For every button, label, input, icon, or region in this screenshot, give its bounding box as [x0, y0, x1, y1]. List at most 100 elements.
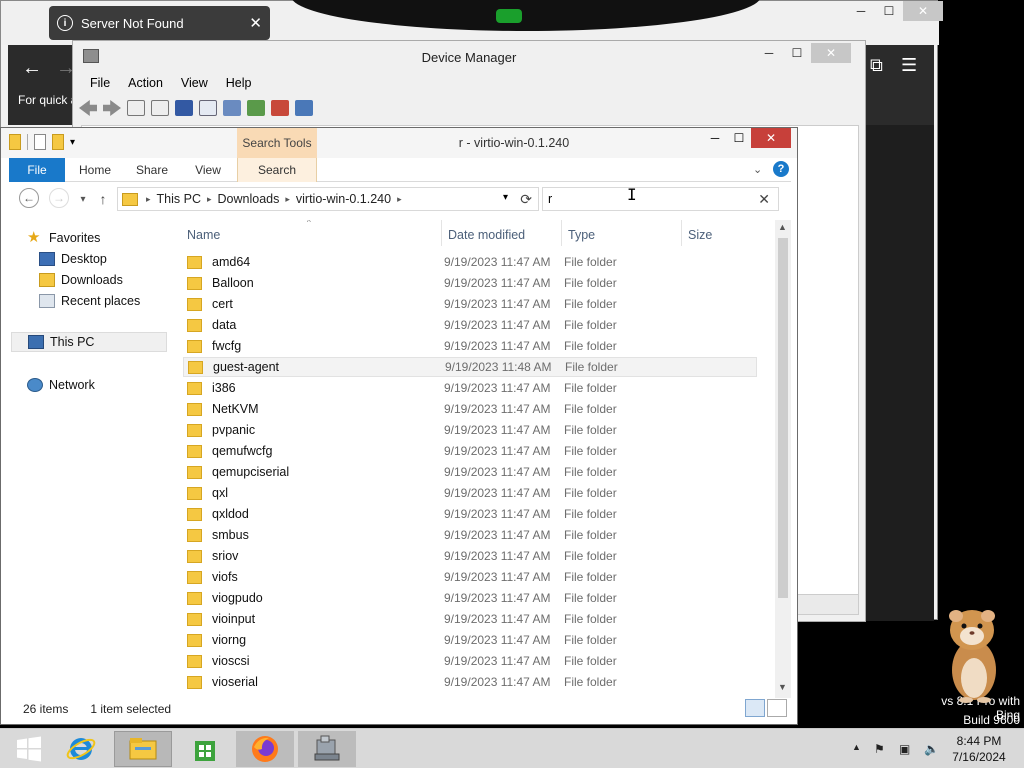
update-driver-icon[interactable]: [247, 100, 265, 116]
action-center-flag-icon[interactable]: ⚑: [874, 742, 885, 756]
explorer-maximize-button[interactable]: ☐: [727, 128, 751, 148]
file-row[interactable]: vioserial 9/19/2023 11:47 AM File folder: [183, 672, 757, 692]
details-view-icon[interactable]: [745, 699, 765, 717]
toast-close-icon[interactable]: ✕: [249, 14, 262, 32]
breadcrumb-virtio-win[interactable]: virtio-win-0.1.240: [292, 192, 395, 206]
file-row[interactable]: qemufwcfg 9/19/2023 11:47 AM File folder: [183, 441, 757, 461]
column-header-type[interactable]: Type: [568, 224, 595, 246]
nav-recent-places[interactable]: Recent places: [39, 291, 140, 311]
nav-downloads[interactable]: Downloads: [39, 270, 123, 290]
file-row[interactable]: vioscsi 9/19/2023 11:47 AM File folder: [183, 651, 757, 671]
file-row[interactable]: NetKVM 9/19/2023 11:47 AM File folder: [183, 399, 757, 419]
breadcrumb-this-pc[interactable]: This PC: [153, 192, 205, 206]
search-input[interactable]: [548, 191, 748, 207]
explorer-close-button[interactable]: ✕: [751, 128, 791, 148]
file-row[interactable]: guest-agent 9/19/2023 11:48 AM File folder: [183, 357, 757, 377]
column-header-date-modified[interactable]: Date modified: [448, 224, 525, 246]
back-button[interactable]: ←: [19, 188, 39, 208]
devmgr-minimize-button[interactable]: ─: [755, 43, 783, 63]
store-button[interactable]: [176, 731, 234, 767]
column-header-size[interactable]: Size: [688, 224, 712, 246]
nav-favorites[interactable]: ★ Favorites: [27, 228, 100, 248]
devmgr-close-button[interactable]: ✕: [811, 43, 851, 63]
maximize-button[interactable]: ☐: [875, 1, 903, 21]
column-separator[interactable]: [441, 220, 442, 246]
menu-help[interactable]: Help: [217, 73, 261, 93]
show-hide-action-pane-icon[interactable]: [199, 100, 217, 116]
device-manager-taskbar-button[interactable]: [298, 731, 356, 767]
file-row[interactable]: viorng 9/19/2023 11:47 AM File folder: [183, 630, 757, 650]
breadcrumb-downloads[interactable]: Downloads: [214, 192, 284, 206]
network-status-icon[interactable]: ▣: [899, 742, 910, 756]
file-row[interactable]: qxl 9/19/2023 11:47 AM File folder: [183, 483, 757, 503]
internet-explorer-button[interactable]: [52, 731, 110, 767]
scroll-down-arrow-icon[interactable]: ▼: [778, 682, 787, 692]
file-row[interactable]: amd64 9/19/2023 11:47 AM File folder: [183, 252, 757, 272]
disable-device-icon[interactable]: [295, 100, 313, 116]
file-row[interactable]: qxldod 9/19/2023 11:47 AM File folder: [183, 504, 757, 524]
scan-hardware-icon[interactable]: [223, 100, 241, 116]
large-icons-view-icon[interactable]: [767, 699, 787, 717]
breadcrumb-separator-icon[interactable]: ▸: [395, 194, 404, 205]
tab-search[interactable]: Search: [237, 158, 317, 182]
file-explorer-button[interactable]: [114, 731, 172, 767]
properties-icon[interactable]: [151, 100, 169, 116]
column-header-name[interactable]: Name: [187, 224, 220, 246]
extensions-icon[interactable]: ⧉: [870, 55, 883, 76]
show-hide-console-tree-icon[interactable]: [127, 100, 145, 116]
devmgr-maximize-button[interactable]: ☐: [783, 43, 811, 63]
start-button[interactable]: [0, 731, 58, 767]
menu-action[interactable]: Action: [119, 73, 172, 93]
nav-desktop[interactable]: Desktop: [39, 249, 107, 269]
scrollbar-thumb[interactable]: [778, 238, 788, 598]
uninstall-device-icon[interactable]: [271, 100, 289, 116]
file-row[interactable]: qemupciserial 9/19/2023 11:47 AM File fold…: [183, 462, 757, 482]
forward-icon[interactable]: [103, 100, 121, 116]
address-history-chevron-icon[interactable]: ▾: [503, 192, 508, 203]
close-button[interactable]: ✕: [903, 1, 943, 21]
file-row[interactable]: viogpudo 9/19/2023 11:47 AM File folder: [183, 588, 757, 608]
file-row[interactable]: Balloon 9/19/2023 11:47 AM File folder: [183, 273, 757, 293]
up-arrow-icon[interactable]: ↑: [95, 188, 111, 210]
expand-ribbon-chevron-icon[interactable]: ⌄: [753, 163, 762, 176]
tab-view[interactable]: View: [183, 158, 233, 182]
menu-file[interactable]: File: [81, 73, 119, 93]
file-row[interactable]: cert 9/19/2023 11:47 AM File folder: [183, 294, 757, 314]
hamburger-menu-icon[interactable]: ☰: [901, 55, 917, 76]
refresh-icon[interactable]: ⟳: [520, 191, 532, 208]
file-row[interactable]: pvpanic 9/19/2023 11:47 AM File folder: [183, 420, 757, 440]
volume-muted-icon[interactable]: 🔈: [924, 742, 939, 756]
tab-home[interactable]: Home: [69, 158, 121, 182]
file-row[interactable]: i386 9/19/2023 11:47 AM File folder: [183, 378, 757, 398]
system-clock[interactable]: 8:44 PM 7/16/2024: [946, 733, 1012, 765]
vertical-scrollbar[interactable]: ▲ ▼: [775, 220, 791, 698]
column-separator[interactable]: [561, 220, 562, 246]
file-row[interactable]: fwcfg 9/19/2023 11:47 AM File folder: [183, 336, 757, 356]
minimize-button[interactable]: ─: [847, 1, 875, 21]
column-separator[interactable]: [681, 220, 682, 246]
back-icon[interactable]: [79, 100, 97, 116]
scroll-up-arrow-icon[interactable]: ▲: [778, 222, 787, 232]
file-row[interactable]: smbus 9/19/2023 11:47 AM File folder: [183, 525, 757, 545]
firefox-button[interactable]: [236, 731, 294, 767]
explorer-minimize-button[interactable]: ─: [703, 128, 727, 148]
tab-share[interactable]: Share: [125, 158, 179, 182]
breadcrumb-separator-icon[interactable]: ▸: [144, 194, 153, 205]
nav-network[interactable]: Network: [27, 375, 95, 395]
recent-locations-chevron-icon[interactable]: ▾: [77, 188, 89, 210]
show-hidden-icons-chevron-icon[interactable]: ▲: [852, 742, 861, 752]
breadcrumb-separator-icon[interactable]: ▸: [283, 194, 292, 205]
file-row[interactable]: vioinput 9/19/2023 11:47 AM File folder: [183, 609, 757, 629]
address-bar[interactable]: ▸ This PC ▸ Downloads ▸ virtio-win-0.1.2…: [117, 187, 539, 211]
file-row[interactable]: sriov 9/19/2023 11:47 AM File folder: [183, 546, 757, 566]
menu-view[interactable]: View: [172, 73, 217, 93]
tab-file[interactable]: File: [9, 158, 65, 182]
search-box[interactable]: ✕: [542, 187, 779, 211]
help-icon[interactable]: ?: [773, 161, 789, 177]
file-row[interactable]: viofs 9/19/2023 11:47 AM File folder: [183, 567, 757, 587]
help-icon[interactable]: [175, 100, 193, 116]
breadcrumb-separator-icon[interactable]: ▸: [205, 194, 214, 205]
clear-search-icon[interactable]: ✕: [758, 191, 770, 208]
file-row[interactable]: data 9/19/2023 11:47 AM File folder: [183, 315, 757, 335]
back-arrow-icon[interactable]: ←: [22, 57, 42, 80]
